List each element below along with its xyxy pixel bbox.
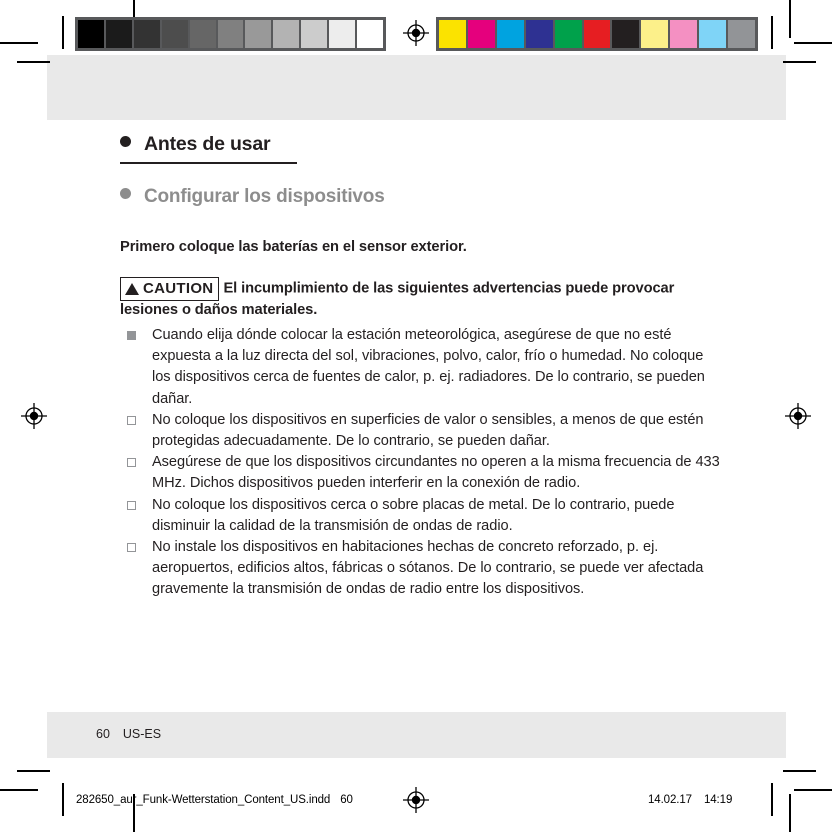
square-outline-bullet-icon <box>127 543 136 553</box>
grayscale-swatch <box>273 20 302 48</box>
warning-triangle-icon <box>125 282 139 295</box>
list-item-text: No coloque los dispositivos en superfici… <box>152 411 704 450</box>
color-swatch <box>612 20 642 48</box>
registration-mark-left-center <box>21 403 47 429</box>
crop-mark-top-right-horizontal <box>794 42 832 44</box>
slug-left-group: 282650_aur_Funk-Wetterstation_Content_US… <box>76 794 353 806</box>
language-code: US-ES <box>122 727 162 741</box>
page-footer: 60 US-ES <box>96 727 161 741</box>
grayscale-swatch <box>105 20 134 48</box>
slug-time: 14:19 <box>703 794 733 806</box>
color-swatch <box>583 20 613 48</box>
square-outline-bullet-icon <box>127 415 136 425</box>
list-item: Cuando elija dónde colocar la estación m… <box>120 325 720 410</box>
heading-configurar-dispositivos: Configurar los dispositivos <box>144 186 385 207</box>
grayscale-swatch <box>133 20 162 48</box>
list-item-text: No instale los dispositivos en habitacio… <box>152 539 704 598</box>
bullet-dot-icon <box>120 136 131 147</box>
page-content: Antes de usar Configurar los dispositivo… <box>120 133 720 601</box>
crop-mark-top-left-horizontal <box>0 42 38 44</box>
color-swatch <box>641 20 671 48</box>
grayscale-swatch <box>78 20 106 48</box>
grayscale-swatch <box>329 20 358 48</box>
section-heading-primary: Antes de usar <box>120 133 720 164</box>
intro-paragraph: Primero coloque las baterías en el senso… <box>120 239 467 255</box>
list-item: No instale los dispositivos en habitacio… <box>120 537 720 601</box>
crop-mark-top-right-inner-horizontal <box>783 61 816 63</box>
page-number: 60 <box>96 727 110 741</box>
color-swatch <box>728 20 755 48</box>
grayscale-swatch <box>161 20 190 48</box>
list-item: No coloque los dispositivos en superfici… <box>120 410 720 452</box>
square-outline-bullet-icon <box>127 500 136 510</box>
color-swatch <box>525 20 555 48</box>
warning-bullet-list: Cuando elija dónde colocar la estación m… <box>120 325 720 601</box>
color-swatch <box>496 20 526 48</box>
slug-right-group: 14.02.17 14:19 <box>648 794 732 806</box>
grayscale-control-strip <box>75 17 386 51</box>
crop-mark-bottom-left-inner-horizontal <box>17 770 50 772</box>
print-sheet: Antes de usar Configurar los dispositivo… <box>0 0 832 832</box>
color-swatch <box>439 20 468 48</box>
registration-mark-top-center <box>403 20 429 46</box>
caution-label: CAUTION <box>143 280 214 297</box>
crop-mark-top-right-inner-vertical <box>771 16 773 49</box>
heading-antes-de-usar: Antes de usar <box>144 133 271 155</box>
list-item-text: Cuando elija dónde colocar la estación m… <box>152 327 705 407</box>
slug-page-number: 60 <box>340 794 353 806</box>
slug-filename: 282650_aur_Funk-Wetterstation_Content_US… <box>76 794 331 806</box>
square-outline-bullet-icon <box>127 458 136 468</box>
caution-paragraph: CAUTION El incumplimiento de las siguien… <box>120 276 720 321</box>
heading-underline <box>120 162 297 164</box>
crop-mark-top-left-inner-horizontal <box>17 61 50 63</box>
square-filled-bullet-icon <box>127 331 136 340</box>
color-control-strip <box>436 17 758 51</box>
crop-mark-bottom-right-inner-horizontal <box>783 770 816 772</box>
bullet-dot-gray-icon <box>120 188 131 199</box>
list-item: No coloque los dispositivos cerca o sobr… <box>120 495 720 537</box>
section-heading-secondary: Configurar los dispositivos <box>120 186 720 208</box>
list-item-text: Asegúrese de que los dispositivos circun… <box>152 454 720 492</box>
grayscale-swatch <box>189 20 218 48</box>
caution-badge: CAUTION <box>120 277 220 301</box>
grayscale-swatch <box>217 20 246 48</box>
color-swatch <box>670 20 700 48</box>
crop-mark-top-right-vertical <box>789 0 791 38</box>
grayscale-swatch <box>301 20 330 48</box>
color-swatch <box>699 20 729 48</box>
slug-line: 282650_aur_Funk-Wetterstation_Content_US… <box>0 789 832 811</box>
color-swatch <box>554 20 584 48</box>
list-item: Asegúrese de que los dispositivos circun… <box>120 452 720 494</box>
grayscale-swatch <box>245 20 274 48</box>
crop-mark-top-left-inner-vertical <box>62 16 64 49</box>
list-item-text: No coloque los dispositivos cerca o sobr… <box>152 496 675 534</box>
grayscale-swatch <box>357 20 383 48</box>
slug-date: 14.02.17 <box>648 794 692 806</box>
registration-mark-right-center <box>785 403 811 429</box>
color-swatch <box>467 20 497 48</box>
